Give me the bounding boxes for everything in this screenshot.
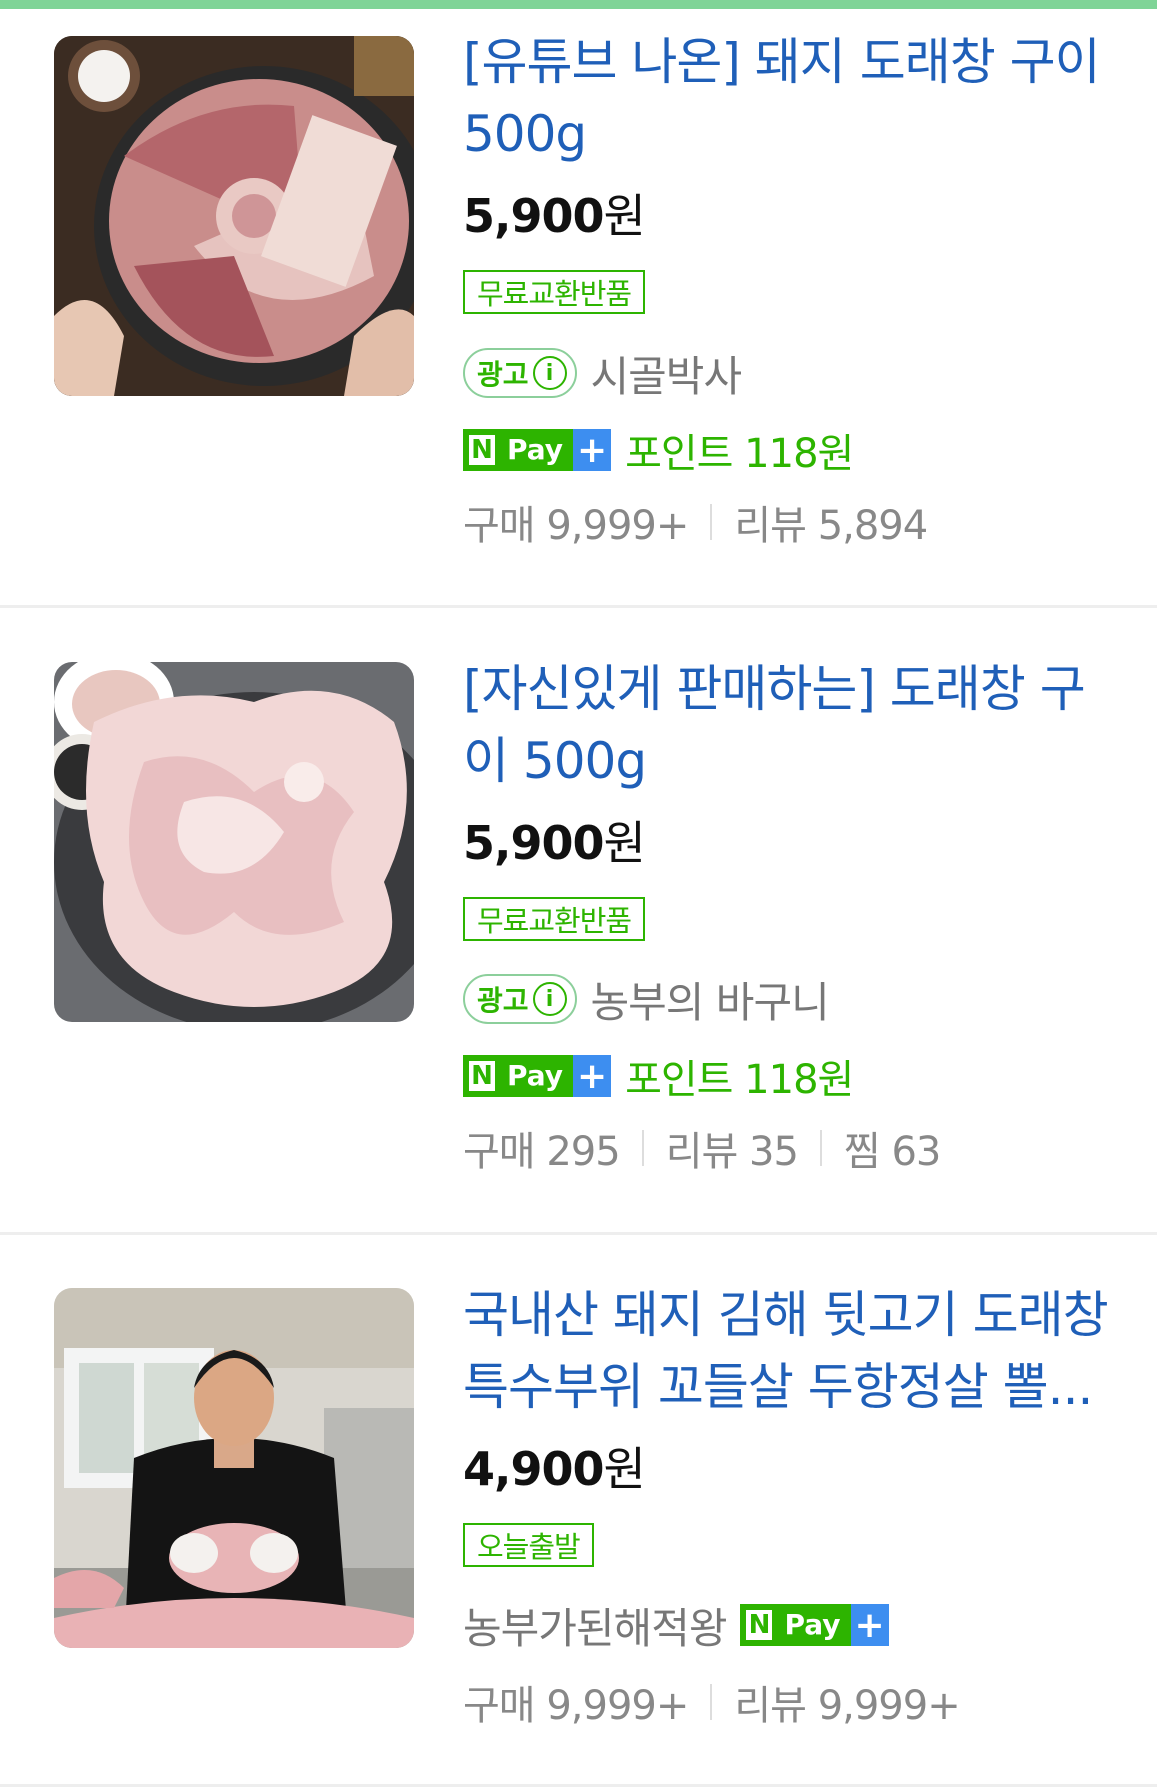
- npay-pay-text: Pay: [778, 1604, 851, 1646]
- price-value: 5,900: [463, 189, 605, 243]
- info-icon: i: [532, 356, 567, 390]
- points-text: 포인트 118원: [625, 431, 854, 477]
- ad-row: 광고 i 농부의 바구니: [463, 972, 830, 1027]
- price-value: 5,900: [463, 816, 605, 870]
- price-unit: 원: [603, 816, 646, 870]
- stat-separator: [710, 504, 713, 540]
- price-unit: 원: [603, 1442, 646, 1496]
- product-divider: [0, 605, 1157, 608]
- butcher-photo-image: [54, 1288, 414, 1648]
- info-icon: i: [532, 982, 567, 1016]
- product-title[interactable]: 국내산 돼지 김해 뒷고기 도래창 특수부위 꼬들살 두항정살 뽈...: [463, 1279, 1123, 1423]
- naver-n-icon: N: [463, 429, 501, 471]
- price-unit: 원: [603, 189, 646, 243]
- naver-n-icon: N: [463, 1055, 501, 1097]
- stat-separator: [819, 1130, 822, 1166]
- seller-name[interactable]: 농부가된해적왕: [463, 1595, 727, 1656]
- naver-n-icon: N: [740, 1604, 779, 1646]
- price-value: 4,900: [463, 1442, 605, 1496]
- npay-plus-logo: N Pay +: [463, 1055, 612, 1097]
- product-price: 4,900원: [463, 1439, 646, 1499]
- product-thumbnail[interactable]: [54, 36, 414, 396]
- product-stats: 구매 9,999+ 리뷰 9,999+: [463, 1673, 961, 1731]
- npay-pay-text: Pay: [501, 429, 574, 471]
- stat-separator: [710, 1684, 713, 1720]
- product-price: 5,900원: [463, 186, 646, 246]
- plus-icon: +: [850, 1604, 889, 1646]
- wishlist-count: 찜 63: [843, 1129, 941, 1175]
- product-stats: 구매 295 리뷰 35 찜 63: [463, 1119, 941, 1177]
- purchase-count: 구매 9,999+: [463, 503, 689, 549]
- plus-icon: +: [573, 1055, 612, 1097]
- ad-label-pill[interactable]: 광고 i: [463, 348, 577, 398]
- product-title[interactable]: [자신있게 판매하는] 도래창 구이 500g: [463, 653, 1123, 797]
- ad-label: 광고: [477, 358, 529, 391]
- review-count[interactable]: 리뷰 5,894: [734, 493, 928, 551]
- seller-name[interactable]: 시골박사: [591, 343, 743, 404]
- top-divider: [0, 0, 1157, 9]
- npay-pay-text: Pay: [501, 1055, 574, 1097]
- purchase-count: 구매 295: [463, 1129, 621, 1175]
- pork-platter-image: [54, 36, 414, 396]
- npay-plus-logo: N Pay +: [463, 429, 612, 471]
- npay-row: N Pay + 포인트 118원: [463, 1053, 854, 1103]
- free-return-badge: 무료교환반품: [463, 270, 646, 314]
- purchase-count: 구매 9,999+: [463, 1683, 689, 1729]
- seller-row: 농부가된해적왕 N Pay +: [463, 1598, 889, 1653]
- product-stats: 구매 9,999+ 리뷰 5,894: [463, 493, 928, 551]
- seller-name[interactable]: 농부의 바구니: [591, 969, 830, 1030]
- ships-today-badge: 오늘출발: [463, 1523, 594, 1567]
- product-thumbnail[interactable]: [54, 662, 414, 1022]
- ad-label-pill[interactable]: 광고 i: [463, 974, 577, 1024]
- stat-separator: [641, 1130, 644, 1166]
- product-title[interactable]: [유튜브 나온] 돼지 도래창 구이 500g: [463, 26, 1123, 170]
- product-price: 5,900원: [463, 813, 646, 873]
- product-thumbnail[interactable]: [54, 1288, 414, 1648]
- plus-icon: +: [573, 429, 612, 471]
- npay-plus-logo: N Pay +: [740, 1604, 889, 1646]
- ad-label: 광고: [477, 984, 529, 1017]
- product-divider: [0, 1232, 1157, 1235]
- review-count[interactable]: 리뷰 35: [666, 1119, 799, 1177]
- product-divider: [0, 1784, 1157, 1787]
- npay-row: N Pay + 포인트 118원: [463, 427, 854, 477]
- pork-intestine-image: [54, 662, 414, 1022]
- free-return-badge: 무료교환반품: [463, 897, 646, 941]
- ad-row: 광고 i 시골박사: [463, 346, 742, 401]
- points-text: 포인트 118원: [625, 1057, 854, 1103]
- review-count[interactable]: 리뷰 9,999+: [734, 1673, 960, 1731]
